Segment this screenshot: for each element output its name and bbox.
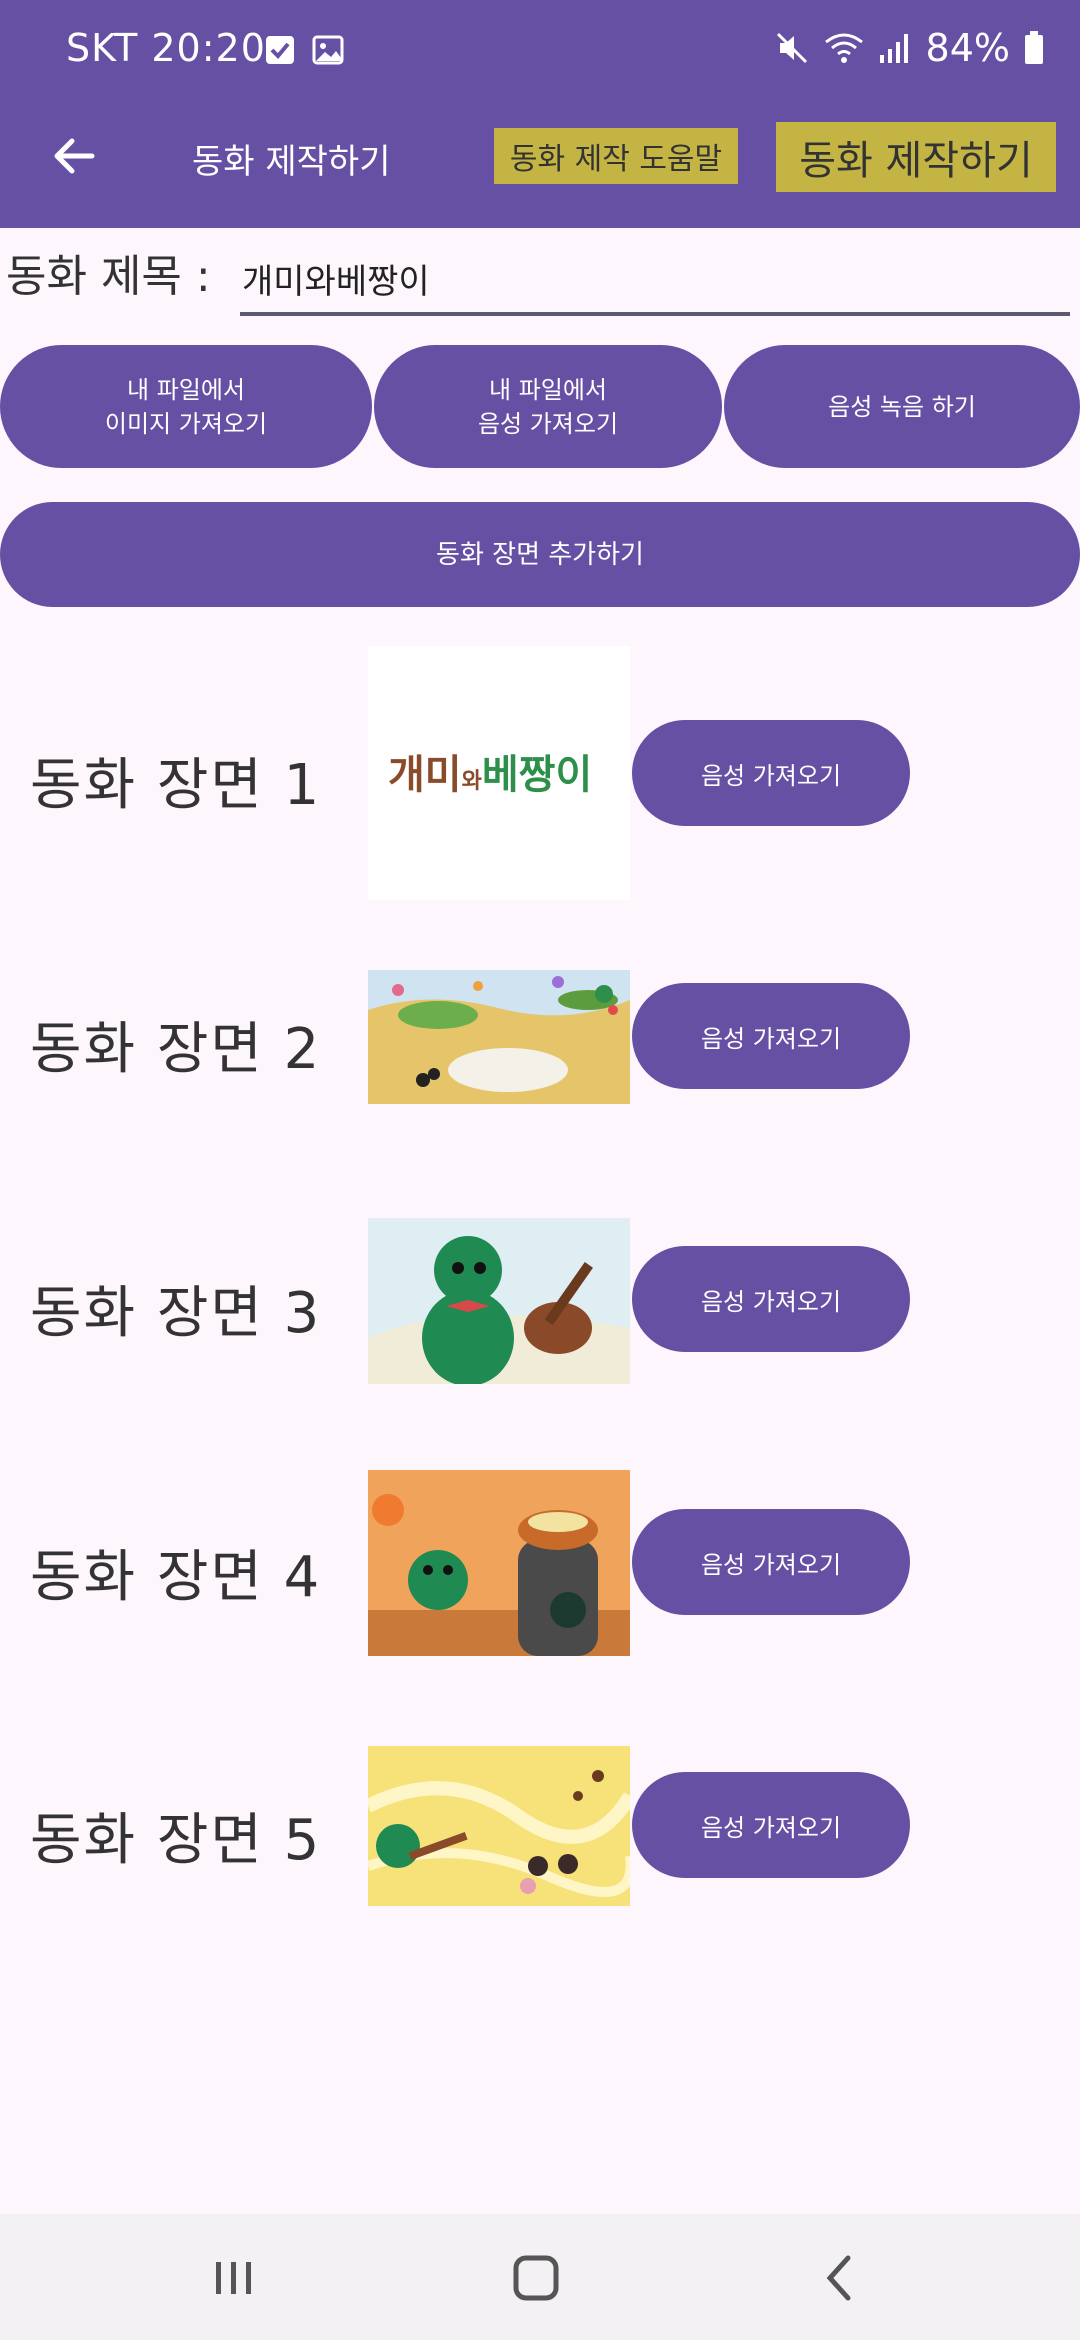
import-audio-label-line1: 내 파일에서 xyxy=(488,375,608,404)
signal-icon xyxy=(879,34,908,63)
scene-5-illustration xyxy=(368,1746,630,1906)
scene-image-2[interactable] xyxy=(368,970,630,1104)
story-title-label: 동화 제목 : xyxy=(6,251,211,302)
status-bar: SKT 20:20 84% xyxy=(0,0,1080,104)
scene-image-3[interactable] xyxy=(368,1218,630,1384)
record-audio-button[interactable]: 음성 녹음 하기 xyxy=(724,345,1080,468)
import-audio-button[interactable]: 내 파일에서 음성 가져오기 xyxy=(374,345,722,468)
cover-title-part1: 개미 xyxy=(388,752,462,798)
cover-title-part3: 베짱이 xyxy=(481,752,593,798)
scene-1-import-voice-button[interactable]: 음성 가져오기 xyxy=(632,720,910,826)
story-title-input[interactable] xyxy=(240,244,1070,316)
mute-icon xyxy=(776,32,807,64)
scene-label-1: 동화 장면 1 xyxy=(30,753,322,818)
scene-image-4[interactable] xyxy=(368,1470,630,1656)
status-carrier-time: SKT 20:20 xyxy=(66,26,266,70)
gallery-notification-icon xyxy=(312,35,344,65)
scene-image-5[interactable] xyxy=(368,1746,630,1906)
battery-percent: 84% xyxy=(925,26,1010,70)
scene-label-2: 동화 장면 2 xyxy=(30,1017,322,1082)
checkbox-notification-icon xyxy=(266,36,294,64)
add-scene-button[interactable]: 동화 장면 추가하기 xyxy=(0,502,1080,607)
wifi-icon xyxy=(824,33,863,63)
scene-4-illustration xyxy=(368,1470,630,1656)
cover-title-part2: 와 xyxy=(461,769,482,794)
recent-apps-icon[interactable] xyxy=(204,2250,264,2306)
import-image-button[interactable]: 내 파일에서 이미지 가져오기 xyxy=(0,345,372,468)
scene-label-3: 동화 장면 3 xyxy=(30,1281,322,1346)
scene-3-illustration xyxy=(368,1218,630,1384)
make-story-button[interactable]: 동화 제작하기 xyxy=(776,122,1056,192)
back-nav-icon[interactable] xyxy=(810,2250,870,2306)
home-icon[interactable] xyxy=(506,2250,566,2306)
scene-2-import-voice-button[interactable]: 음성 가져오기 xyxy=(632,983,910,1089)
scene-label-5: 동화 장면 5 xyxy=(30,1808,322,1873)
back-arrow-icon[interactable] xyxy=(48,130,100,182)
import-image-label-line2: 이미지 가져오기 xyxy=(104,409,268,438)
scene-2-illustration xyxy=(368,970,630,1104)
scene-5-import-voice-button[interactable]: 음성 가져오기 xyxy=(632,1772,910,1878)
scene-label-4: 동화 장면 4 xyxy=(30,1545,322,1610)
scene-4-import-voice-button[interactable]: 음성 가져오기 xyxy=(632,1509,910,1615)
page-title: 동화 제작하기 xyxy=(192,142,391,182)
system-nav-bar xyxy=(0,2214,1080,2340)
app-bar: 동화 제작하기 동화 제작 도움말 동화 제작하기 xyxy=(0,104,1080,228)
cover-title: 개미 와 베짱이 xyxy=(388,742,592,800)
battery-icon xyxy=(1025,31,1043,64)
scene-image-1[interactable]: 개미 와 베짱이 xyxy=(368,646,630,900)
story-help-button[interactable]: 동화 제작 도움말 xyxy=(494,128,738,184)
status-right-group: 84% xyxy=(774,26,1044,70)
import-image-label-line1: 내 파일에서 xyxy=(126,375,246,404)
scene-3-import-voice-button[interactable]: 음성 가져오기 xyxy=(632,1246,910,1352)
import-audio-label-line2: 음성 가져오기 xyxy=(477,409,619,438)
